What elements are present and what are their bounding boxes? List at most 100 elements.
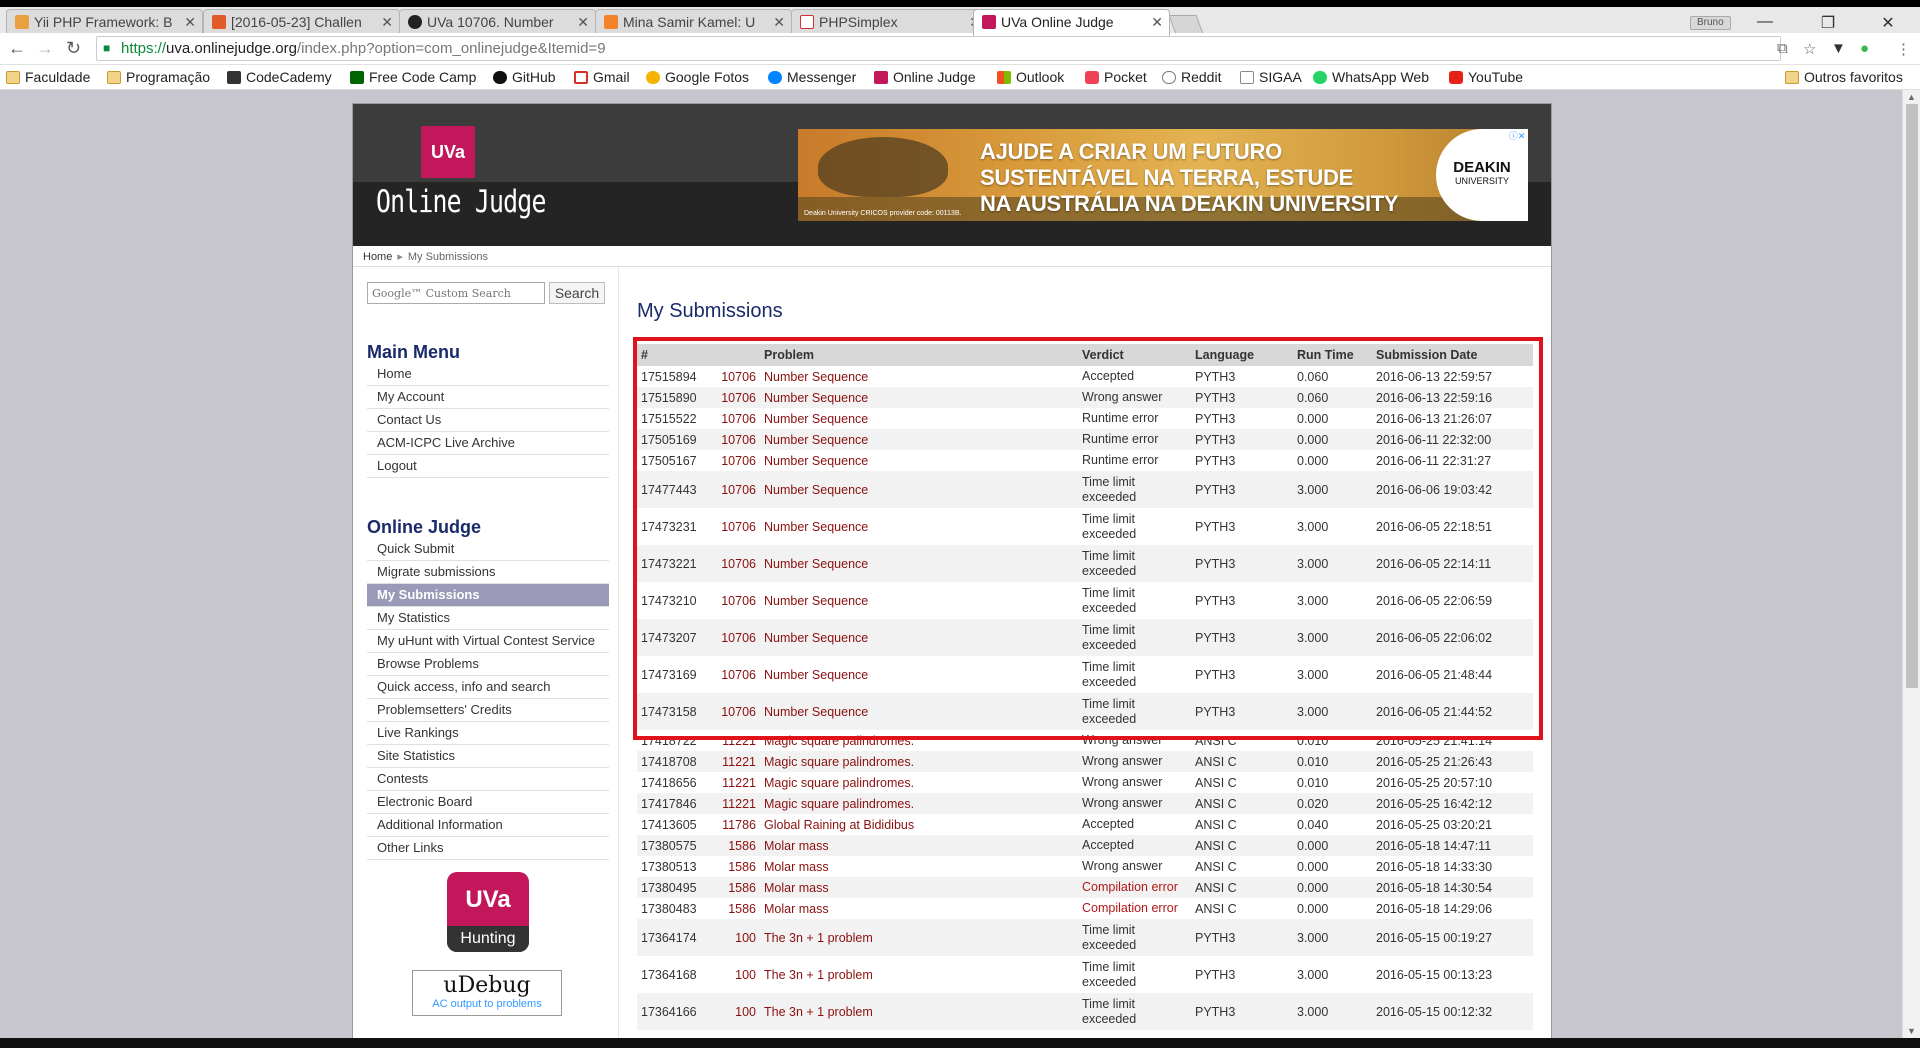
menu-item-contests[interactable]: Contests [367, 768, 609, 791]
problem-name[interactable]: Molar mass [760, 898, 1078, 919]
ad-close-icon[interactable]: ⓘ✕ [1506, 129, 1528, 141]
problem-number[interactable]: 11221 [717, 751, 760, 772]
problem-number[interactable]: 11221 [717, 772, 760, 793]
bookmark-item[interactable]: Gmail [574, 69, 630, 85]
menu-item-credits[interactable]: Problemsetters' Credits [367, 699, 609, 722]
bookmark-item[interactable]: Programação [107, 69, 210, 85]
bookmark-item[interactable]: YouTube [1449, 69, 1523, 85]
reload-icon[interactable]: ↻ [66, 38, 81, 59]
problem-name[interactable]: Number Sequence [760, 619, 1078, 656]
scrollbar-thumb[interactable] [1906, 104, 1918, 688]
search-input[interactable] [367, 282, 545, 304]
bookmark-item[interactable]: CodeCademy [227, 69, 332, 85]
menu-item-uhunt[interactable]: My uHunt with Virtual Contest Service [367, 630, 609, 653]
problem-name[interactable]: Number Sequence [760, 366, 1078, 387]
problem-number[interactable]: 10706 [717, 450, 760, 471]
close-tab-icon[interactable]: ✕ [378, 14, 393, 31]
problem-name[interactable]: Number Sequence [760, 545, 1078, 582]
back-icon[interactable]: ← [8, 38, 26, 59]
problem-number[interactable]: 10706 [717, 429, 760, 450]
browser-tab[interactable]: UVa 10706. Number ✕ [399, 9, 596, 35]
problem-number[interactable]: 10706 [717, 619, 760, 656]
problem-name[interactable]: The 3n + 1 problem [760, 919, 1078, 956]
browser-tab[interactable]: [2016-05-23] Challen ✕ [203, 9, 400, 35]
problem-number[interactable]: 11786 [717, 814, 760, 835]
site-logo[interactable]: UVa [421, 126, 475, 178]
close-tab-icon[interactable]: ✕ [181, 14, 196, 31]
problem-number[interactable]: 10706 [717, 656, 760, 693]
profile-button[interactable]: Bruno [1690, 16, 1731, 30]
minimize-icon[interactable]: — [1745, 13, 1785, 31]
problem-name[interactable]: Number Sequence [760, 408, 1078, 429]
problem-number[interactable]: 100 [717, 919, 760, 956]
menu-item-contact-us[interactable]: Contact Us [367, 409, 609, 432]
problem-name[interactable]: Magic square palindromes. [760, 793, 1078, 814]
address-bar[interactable]: ■ https://uva.onlinejudge.org/index.php?… [96, 36, 1781, 61]
bookmark-item[interactable]: Pocket [1085, 69, 1147, 85]
menu-icon[interactable]: ⋮ [1896, 40, 1911, 58]
extension-icon[interactable]: ● [1860, 40, 1869, 57]
problem-name[interactable]: Number Sequence [760, 387, 1078, 408]
problem-number[interactable]: 11221 [717, 730, 760, 751]
menu-item-browse-problems[interactable]: Browse Problems [367, 653, 609, 676]
problem-name[interactable]: Molar mass [760, 856, 1078, 877]
menu-item-site-statistics[interactable]: Site Statistics [367, 745, 609, 768]
problem-number[interactable]: 10706 [717, 508, 760, 545]
menu-item-migrate[interactable]: Migrate submissions [367, 561, 609, 584]
browser-tab[interactable]: Mina Samir Kamel: U ✕ [595, 9, 792, 35]
problem-number[interactable]: 10706 [717, 545, 760, 582]
verdict[interactable]: Compilation error [1078, 877, 1191, 898]
browser-tab[interactable]: PHPSimplex✕ [791, 9, 988, 35]
problem-name[interactable]: Number Sequence [760, 582, 1078, 619]
close-tab-icon[interactable]: ✕ [1148, 14, 1163, 31]
problem-name[interactable]: Magic square palindromes. [760, 772, 1078, 793]
bookmark-item[interactable]: Free Code Camp [350, 69, 476, 85]
browser-tab[interactable]: Yii PHP Framework: B ✕ [6, 9, 203, 35]
uhunt-logo[interactable]: UVa Hunting [447, 872, 529, 952]
scroll-up-icon[interactable]: ▲ [1907, 92, 1916, 102]
star-icon[interactable]: ☆ [1803, 40, 1816, 58]
problem-number[interactable]: 10706 [717, 387, 760, 408]
problem-name[interactable]: Number Sequence [760, 508, 1078, 545]
problem-name[interactable]: Magic square palindromes. [760, 730, 1078, 751]
problem-name[interactable]: Number Sequence [760, 656, 1078, 693]
bookmark-item[interactable]: Messenger [768, 69, 856, 85]
bookmark-item[interactable]: Faculdade [6, 69, 90, 85]
problem-number[interactable]: 100 [717, 956, 760, 993]
new-tab-button[interactable] [1168, 15, 1204, 34]
problem-name[interactable]: The 3n + 1 problem [760, 956, 1078, 993]
maximize-icon[interactable]: ❐ [1808, 13, 1848, 33]
udebug-logo[interactable]: uDebug AC output to problems [412, 970, 562, 1016]
browser-tab-active[interactable]: UVa Online Judge ✕ [973, 9, 1170, 36]
problem-name[interactable]: Global Raining at Bididibus [760, 814, 1078, 835]
problem-name[interactable]: Number Sequence [760, 450, 1078, 471]
problem-number[interactable]: 1586 [717, 856, 760, 877]
bookmark-item[interactable]: Outlook [997, 69, 1064, 85]
ad-banner[interactable]: AJUDE A CRIAR UM FUTURO SUSTENTÁVEL NA T… [798, 129, 1528, 221]
problem-number[interactable]: 1586 [717, 835, 760, 856]
menu-item-live-rankings[interactable]: Live Rankings [367, 722, 609, 745]
menu-item-live-archive[interactable]: ACM-ICPC Live Archive [367, 432, 609, 455]
problem-name[interactable]: Magic square palindromes. [760, 751, 1078, 772]
menu-item-quick-access[interactable]: Quick access, info and search [367, 676, 609, 699]
verdict[interactable]: Compilation error [1078, 898, 1191, 919]
problem-number[interactable]: 10706 [717, 582, 760, 619]
problem-name[interactable]: The 3n + 1 problem [760, 993, 1078, 1030]
breadcrumb-home[interactable]: Home [363, 251, 392, 263]
bookmark-item[interactable]: GitHub [493, 69, 556, 85]
problem-name[interactable]: Number Sequence [760, 693, 1078, 730]
menu-item-additional-info[interactable]: Additional Information [367, 814, 609, 837]
menu-item-home[interactable]: Home [367, 363, 609, 386]
problem-number[interactable]: 10706 [717, 366, 760, 387]
search-button[interactable]: Search [549, 282, 605, 304]
bookmark-item[interactable]: SIGAA [1240, 69, 1302, 85]
bookmark-item[interactable]: Google Fotos [646, 69, 749, 85]
menu-item-my-account[interactable]: My Account [367, 386, 609, 409]
close-window-icon[interactable]: ✕ [1868, 13, 1908, 33]
pocket-icon[interactable]: ▼ [1831, 40, 1846, 57]
menu-item-other-links[interactable]: Other Links [367, 837, 609, 860]
scrollbar[interactable]: ▲ ▼ [1902, 90, 1920, 1048]
menu-item-my-submissions[interactable]: My Submissions [367, 584, 609, 607]
menu-item-logout[interactable]: Logout [367, 455, 609, 478]
scroll-down-icon[interactable]: ▼ [1907, 1026, 1916, 1036]
